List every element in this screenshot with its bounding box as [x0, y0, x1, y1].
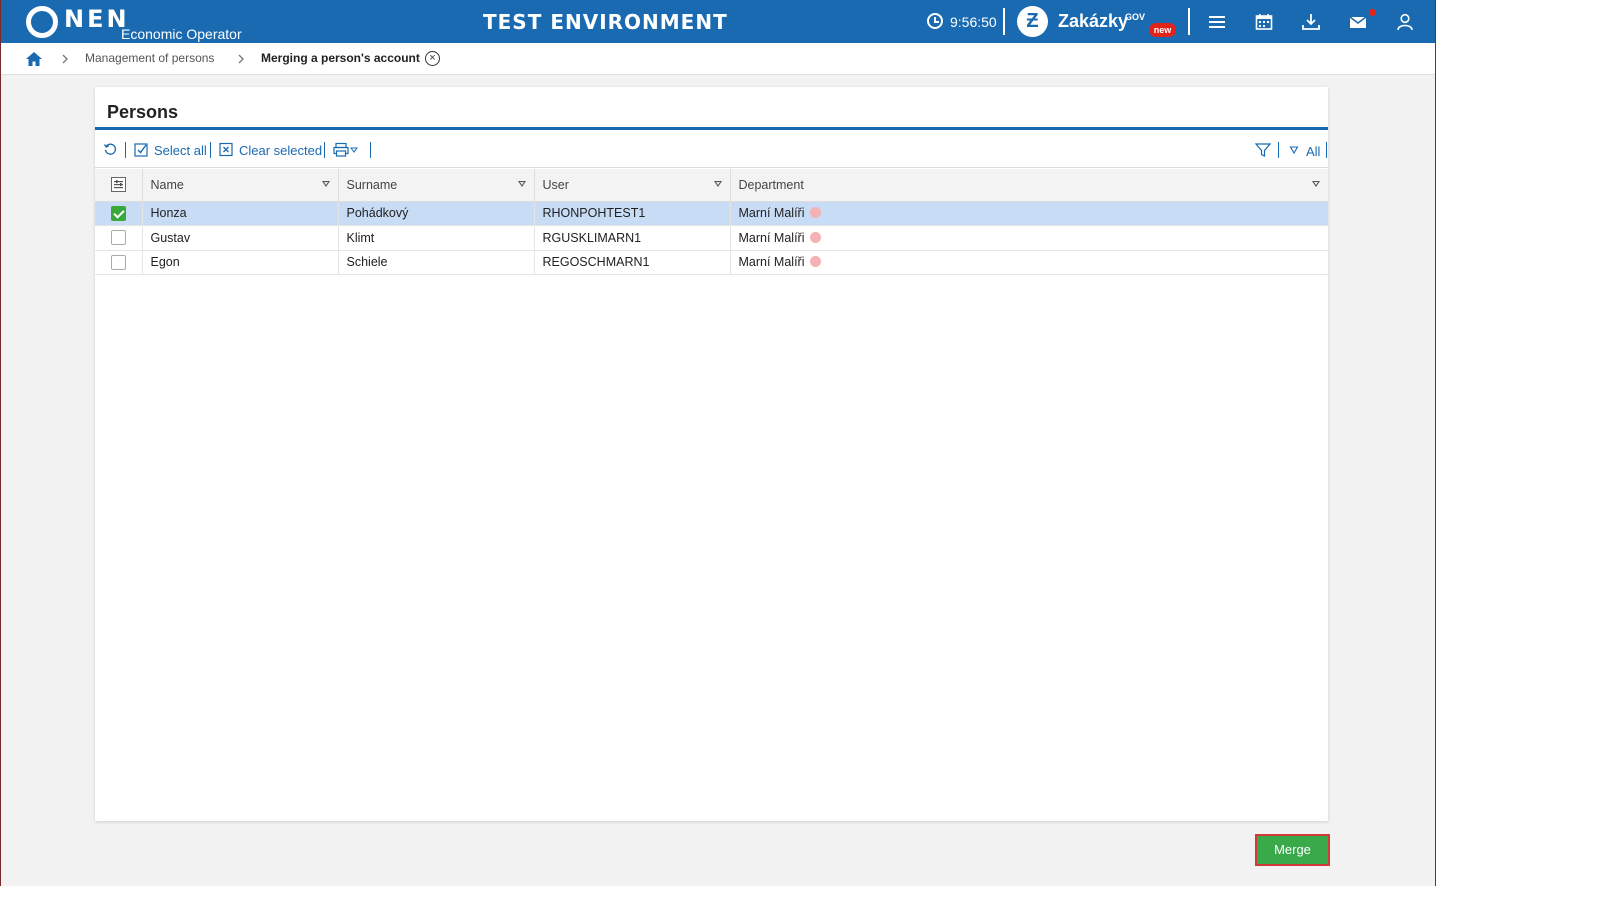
column-header-name[interactable]: Name	[142, 169, 339, 202]
menu-icon[interactable]	[1206, 11, 1228, 33]
cell-surname: Pohádkový	[338, 201, 535, 226]
filter-dropdown-icon[interactable]	[1289, 145, 1299, 155]
department-text: Marní Malíři	[738, 206, 805, 221]
toolbar-divider	[370, 142, 371, 158]
column-filter-icon[interactable]	[517, 181, 526, 187]
panel-title: Persons	[107, 102, 179, 122]
table-row[interactable]: Egon Schiele REGOSCHMARN1 Marní Malíři	[95, 250, 1328, 275]
department-info-icon[interactable]	[810, 207, 822, 219]
notification-dot	[1369, 9, 1376, 16]
merge-button[interactable]: Merge	[1255, 834, 1330, 866]
table-row[interactable]: Gustav Klimt RGUSKLIMARN1 Marní Malíři	[95, 225, 1328, 251]
row-checkbox[interactable]	[111, 205, 126, 221]
row-checkbox-cell[interactable]	[95, 201, 143, 226]
chevron-right-icon	[62, 54, 68, 64]
download-icon[interactable]	[1300, 11, 1322, 33]
toolbar-divider	[1278, 142, 1279, 158]
column-settings-header[interactable]	[95, 169, 143, 202]
toolbar-divider	[125, 142, 126, 158]
header-divider	[1003, 8, 1005, 35]
cell-surname: Schiele	[338, 250, 535, 275]
column-filter-icon[interactable]	[713, 181, 722, 187]
new-badge: new	[1149, 23, 1176, 37]
clear-selected-button[interactable]: Clear selected	[239, 143, 322, 158]
column-header-label: Department	[738, 177, 804, 192]
department-text: Marní Malíři	[738, 255, 805, 270]
row-checkbox[interactable]	[111, 254, 126, 270]
cell-user: RGUSKLIMARN1	[534, 225, 731, 251]
row-checkbox-cell[interactable]	[95, 250, 143, 275]
toolbar-divider	[210, 142, 211, 158]
breadcrumb: Management of persons Merging a person's…	[1, 43, 1435, 75]
column-settings-icon[interactable]	[110, 177, 126, 193]
filter-all-button[interactable]: All	[1306, 144, 1320, 159]
print-icon[interactable]	[333, 142, 359, 157]
cell-user: REGOSCHMARN1	[534, 250, 731, 275]
nen-logo-icon[interactable]	[26, 6, 58, 38]
persons-panel: Persons Select all Clear selected All Na…	[95, 87, 1328, 821]
department-info-icon[interactable]	[810, 231, 822, 243]
row-checkbox-cell[interactable]	[95, 225, 143, 251]
clock-icon	[927, 13, 943, 29]
breadcrumb-management-of-persons[interactable]: Management of persons	[85, 51, 214, 65]
breadcrumb-current: Merging a person's account	[261, 51, 420, 65]
column-header-surname[interactable]: Surname	[338, 169, 535, 202]
close-tab-icon[interactable]: ×	[425, 51, 440, 66]
department-text: Marní Malíři	[738, 230, 805, 245]
column-header-label: Surname	[346, 177, 398, 192]
toolbar-divider	[1326, 142, 1327, 158]
toolbar-divider	[324, 142, 325, 158]
column-header-label: Name	[150, 177, 184, 192]
table-row[interactable]: Honza Pohádkový RHONPOHTEST1 Marní Malíř…	[95, 201, 1328, 226]
user-icon[interactable]	[1394, 11, 1416, 33]
environment-label: TEST ENVIRONMENT	[483, 10, 728, 34]
zakazky-label[interactable]: Zakázky	[1058, 11, 1128, 32]
refresh-icon[interactable]	[103, 142, 118, 157]
select-all-button[interactable]: Select all	[154, 143, 207, 158]
cell-user: RHONPOHTEST1	[534, 201, 731, 226]
top-header: NEN Economic Operator TEST ENVIRONMENT 9…	[1, 0, 1435, 43]
column-header-label: User	[542, 177, 569, 192]
column-header-user[interactable]: User	[534, 169, 731, 202]
chevron-right-icon	[238, 54, 244, 64]
column-header-department[interactable]: Department	[730, 169, 1328, 202]
table-header-row: Name Surname User Department	[95, 169, 1328, 202]
logo-subtitle: Economic Operator	[121, 26, 242, 42]
department-info-icon[interactable]	[810, 256, 822, 268]
cell-name: Gustav	[142, 225, 339, 251]
session-time: 9:56:50	[950, 14, 997, 30]
clear-selected-icon[interactable]	[219, 142, 234, 157]
row-checkbox[interactable]	[111, 230, 126, 246]
filter-icon[interactable]	[1255, 142, 1271, 158]
calendar-icon[interactable]	[1253, 11, 1275, 33]
cell-name: Honza	[142, 201, 339, 226]
zakazky-logo-icon[interactable]: Ƶ	[1017, 6, 1048, 37]
cell-surname: Klimt	[338, 225, 535, 251]
mail-icon[interactable]	[1347, 11, 1369, 33]
logo-text[interactable]: NEN	[64, 5, 130, 33]
gov-label: GOV	[1125, 12, 1146, 22]
home-icon[interactable]	[25, 51, 43, 67]
header-divider	[1188, 8, 1190, 35]
grid-toolbar: Select all Clear selected All	[95, 130, 1328, 168]
column-filter-icon[interactable]	[1312, 181, 1320, 187]
app-window: NEN Economic Operator TEST ENVIRONMENT 9…	[0, 0, 1436, 886]
persons-table: Name Surname User Department Honza Pohád…	[95, 169, 1328, 275]
cell-department: Marní Malíři	[730, 225, 1328, 251]
cell-department: Marní Malíři	[730, 250, 1328, 275]
cell-department: Marní Malíři	[730, 201, 1328, 226]
select-all-icon[interactable]	[134, 142, 149, 157]
cell-name: Egon	[142, 250, 339, 275]
column-filter-icon[interactable]	[321, 181, 330, 187]
